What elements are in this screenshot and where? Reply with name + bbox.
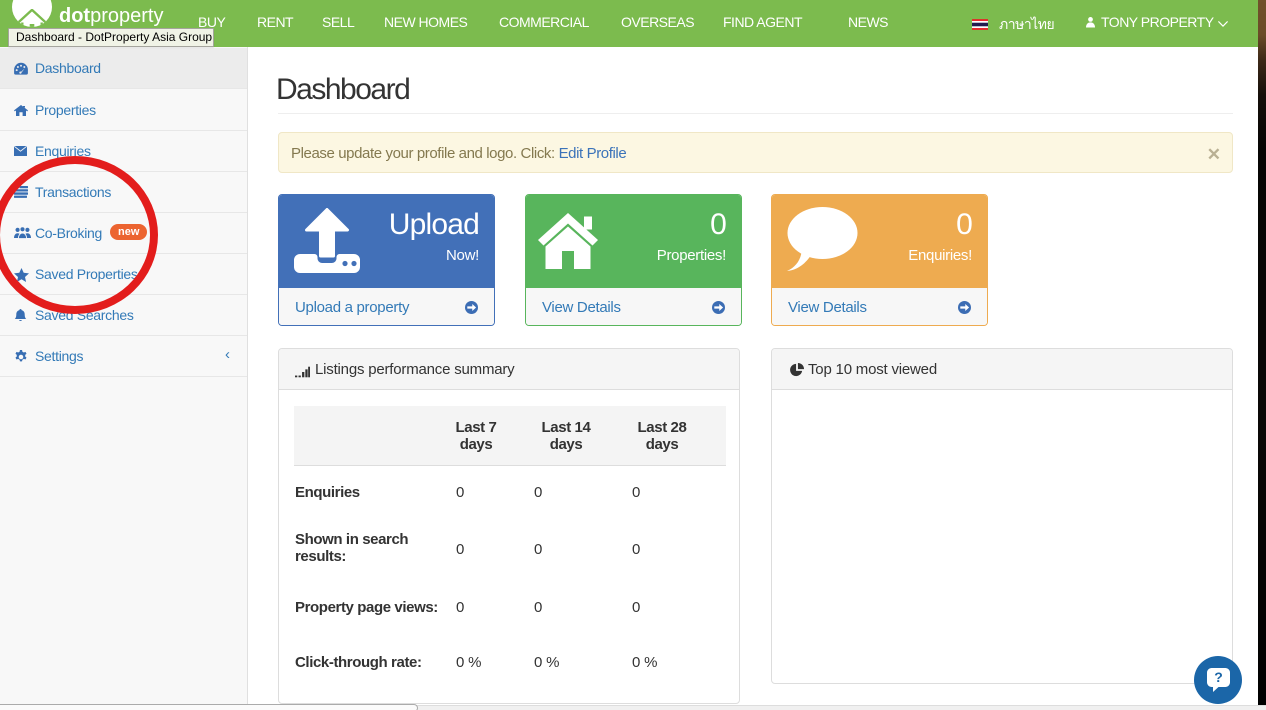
svg-text:?: ? [1214, 669, 1223, 685]
